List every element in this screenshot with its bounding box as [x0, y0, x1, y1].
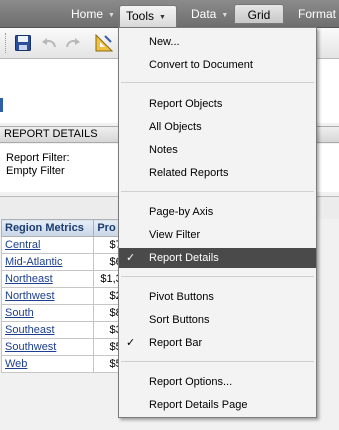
menu-separator	[121, 361, 314, 362]
canvas-marker	[0, 98, 3, 112]
menu-item-label: Pivot Buttons	[149, 291, 214, 303]
region-cell: Web	[0, 355, 95, 373]
menu-grid[interactable]: Grid	[234, 4, 284, 24]
report-filter-value: Empty Filter	[6, 165, 65, 177]
menu-tools[interactable]: Tools ▼	[119, 5, 177, 28]
menu-item-all-objects[interactable]: All Objects	[119, 117, 316, 137]
menu-separator	[121, 82, 314, 83]
menu-item-label: New...	[149, 36, 180, 48]
region-link-southeast[interactable]: Southeast	[5, 324, 55, 336]
region-cell: Southeast	[0, 321, 95, 339]
menu-format-label: Format	[298, 7, 337, 21]
table-row: Central $764	[0, 236, 137, 254]
menu-item-report-details[interactable]: ✓ Report Details	[119, 248, 316, 268]
menu-home-label: Home	[71, 7, 104, 21]
menu-item-report-details-page[interactable]: Report Details Page	[119, 395, 316, 415]
menu-home[interactable]: Home ▼	[65, 4, 121, 24]
region-cell: Northwest	[0, 287, 95, 305]
menu-item-label: Report Options...	[149, 376, 233, 388]
table-row: Northwest $260	[0, 287, 137, 305]
design-mode-icon[interactable]	[95, 33, 114, 52]
menu-item-page-by-axis[interactable]: Page-by Axis	[119, 202, 316, 222]
region-cell: Mid-Atlantic	[0, 253, 95, 271]
menu-tools-label: Tools	[126, 9, 155, 23]
save-icon[interactable]	[14, 34, 32, 52]
region-cell: South	[0, 304, 95, 322]
tools-dropdown-menu: New... Convert to Document Report Object…	[118, 27, 317, 418]
menu-item-report-options[interactable]: Report Options...	[119, 372, 316, 392]
menu-item-label: All Objects	[149, 121, 202, 133]
menu-separator	[121, 191, 314, 192]
menu-item-view-filter[interactable]: View Filter	[119, 225, 316, 245]
menu-format[interactable]: Format	[292, 4, 339, 24]
menu-item-pivot-buttons[interactable]: Pivot Buttons	[119, 287, 316, 307]
menu-item-label: Related Reports	[149, 167, 229, 179]
menu-item-related-reports[interactable]: Related Reports	[119, 163, 316, 183]
region-link-northwest[interactable]: Northwest	[5, 290, 55, 302]
table-row: Web $585	[0, 355, 137, 373]
menu-item-label: Sort Buttons	[149, 314, 210, 326]
region-cell: Southwest	[0, 338, 95, 356]
table-row: Southwest $561	[0, 338, 137, 356]
toolbar-grip	[5, 33, 8, 53]
table-row: South $800	[0, 304, 137, 322]
menu-item-label: Page-by Axis	[149, 206, 214, 218]
region-link-south[interactable]: South	[5, 307, 34, 319]
region-cell: Central	[0, 236, 95, 254]
report-grid: Region Metrics Pro Central $764 Mid-Atla…	[0, 219, 137, 373]
menu-item-label: Notes	[149, 144, 178, 156]
check-icon: ✓	[126, 337, 136, 349]
check-icon: ✓	[126, 252, 136, 264]
region-link-web[interactable]: Web	[5, 358, 27, 370]
table-row: Mid-Atlantic $672	[0, 253, 137, 271]
menu-item-sort-buttons[interactable]: Sort Buttons	[119, 310, 316, 330]
table-row: Northeast $1,305	[0, 270, 137, 288]
region-link-southwest[interactable]: Southwest	[5, 341, 56, 353]
undo-icon[interactable]	[40, 34, 58, 52]
menu-item-report-objects[interactable]: Report Objects	[119, 94, 316, 114]
redo-icon[interactable]	[64, 34, 82, 52]
menu-item-label: View Filter	[149, 229, 201, 241]
menu-item-label: Report Objects	[149, 98, 223, 110]
menu-item-report-bar[interactable]: ✓ Report Bar	[119, 333, 316, 353]
menu-item-label: Report Details	[149, 252, 219, 264]
region-link-northeast[interactable]: Northeast	[5, 273, 53, 285]
table-row: Southeast $330	[0, 321, 137, 339]
menu-bar: Home ▼ Tools ▼ Data ▼ Grid Format	[0, 0, 339, 28]
menu-separator	[121, 276, 314, 277]
menu-data[interactable]: Data ▼	[185, 4, 234, 24]
region-link-central[interactable]: Central	[5, 239, 40, 251]
menu-item-notes[interactable]: Notes	[119, 140, 316, 160]
menu-data-label: Data	[191, 7, 217, 21]
region-link-mid-atlantic[interactable]: Mid-Atlantic	[5, 256, 62, 268]
report-filter-label: Report Filter:	[6, 152, 70, 164]
menu-item-label: Report Details Page	[149, 399, 248, 411]
menu-grid-label: Grid	[247, 8, 271, 22]
chevron-down-icon: ▼	[221, 12, 229, 19]
menu-item-convert-to-document[interactable]: Convert to Document	[119, 55, 316, 75]
menu-item-new[interactable]: New...	[119, 32, 316, 52]
region-cell: Northeast	[0, 270, 95, 288]
menu-item-label: Convert to Document	[149, 59, 253, 71]
menu-item-label: Report Bar	[149, 337, 203, 349]
chevron-down-icon: ▼	[108, 12, 115, 19]
chevron-down-icon: ▼	[159, 14, 166, 21]
column-header-region[interactable]: Region Metrics	[0, 219, 95, 237]
